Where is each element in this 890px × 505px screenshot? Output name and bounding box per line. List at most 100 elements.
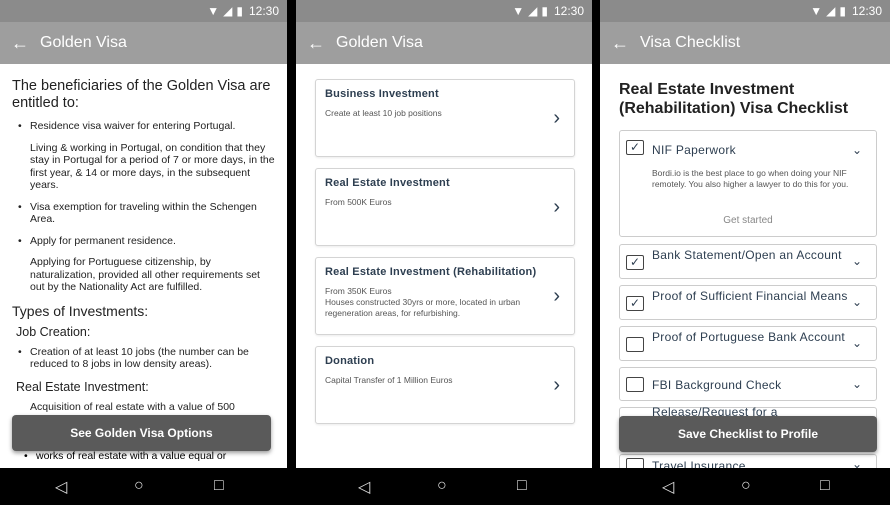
screen-title: Visa Checklist	[640, 34, 741, 51]
golden-visa-options-screen: ▼ ◢ ▮ 12:30 ← Golden Visa Business Investm…	[296, 0, 592, 468]
real-estate-heading: Real Estate Investment:	[16, 379, 149, 394]
benefit-text: Living & working in Portugal, on conditi…	[30, 141, 275, 192]
status-time: 12:30	[248, 4, 279, 18]
checklist-item-financial-means[interactable]: ✓ Proof of Sufficient Financial Means ⌄	[619, 285, 877, 320]
visa-checklist-screen: ▼ ◢ ▮ 12:30 ← Visa Checklist Real Estate I…	[600, 0, 890, 468]
chevron-down-icon[interactable]: ⌄	[852, 143, 862, 157]
chevron-right-icon: ›	[553, 196, 560, 218]
see-golden-visa-options-button[interactable]: See Golden Visa Options	[12, 415, 271, 451]
battery-icon: ▮	[541, 4, 548, 18]
app-bar: ← Golden Visa	[0, 22, 287, 64]
back-arrow-icon[interactable]: ←	[600, 22, 640, 64]
checklist-item-travel-insurance[interactable]: Travel Insurance ⌄	[619, 454, 877, 468]
option-title: Real Estate Investment (Rehabilitation)	[325, 266, 537, 278]
status-bar: ▼ ◢ ▮ 12:30	[600, 0, 890, 22]
status-bar: ▼ ◢ ▮ 12:30	[296, 0, 592, 22]
checklist-item-bank-account[interactable]: Proof of Portuguese Bank Account ⌄	[619, 326, 877, 361]
nav-recents-icon[interactable]: □	[820, 477, 830, 495]
nav-home-icon[interactable]: ○	[741, 477, 751, 495]
checklist-item-label: NIF Paperwork	[652, 143, 736, 157]
option-card-real-estate-investment[interactable]: Real Estate Investment From 500K Euros ›	[315, 168, 575, 246]
benefit-text: Visa exemption for traveling within the …	[30, 200, 257, 226]
checklist-content[interactable]: Real Estate Investment (Rehabilitation) …	[600, 64, 890, 468]
option-subtitle: Create at least 10 job positions	[325, 108, 442, 118]
save-checklist-button[interactable]: Save Checklist to Profile	[619, 416, 877, 452]
benefit-item: • Apply for permanent residence.	[18, 234, 176, 247]
signal-icon: ◢	[528, 4, 538, 18]
checkbox-unchecked[interactable]	[626, 458, 644, 468]
nav-recents-icon[interactable]: □	[517, 477, 527, 495]
signal-icon: ◢	[826, 4, 836, 18]
wifi-icon: ▼	[512, 4, 525, 18]
works-item: • works of real estate with a value equal…	[24, 450, 227, 462]
system-nav-bar: ◁ ○ □ ◁ ○ □ ◁ ○ □	[0, 468, 890, 505]
checklist-item-label: FBI Background Check	[652, 378, 782, 392]
get-started-link[interactable]: Get started	[620, 215, 876, 226]
real-estate-text: Acquisition of real estate with a value …	[30, 400, 235, 413]
app-bar: ← Visa Checklist	[600, 22, 890, 64]
checkbox-unchecked[interactable]	[626, 337, 644, 352]
status-icons: ▼ ◢ ▮	[207, 4, 243, 18]
options-list[interactable]: Business Investment Create at least 10 j…	[296, 64, 592, 468]
nav-home-icon[interactable]: ○	[437, 477, 447, 495]
chevron-down-icon[interactable]: ⌄	[852, 457, 862, 468]
checkbox-unchecked[interactable]	[626, 377, 644, 392]
checkbox-checked[interactable]: ✓	[626, 296, 644, 311]
option-card-donation[interactable]: Donation Capital Transfer of 1 Million E…	[315, 346, 575, 424]
signal-icon: ◢	[223, 4, 233, 18]
option-title: Real Estate Investment	[325, 177, 450, 189]
works-text: works of real estate with a value equal …	[36, 450, 227, 462]
option-card-business-investment[interactable]: Business Investment Create at least 10 j…	[315, 79, 575, 157]
option-title: Donation	[325, 355, 375, 367]
checklist-item-label: Bank Statement/Open an Account	[652, 248, 842, 262]
status-icons: ▼ ◢ ▮	[512, 4, 548, 18]
option-title: Business Investment	[325, 88, 439, 100]
benefit-item: • Residence visa waiver for entering Port…	[18, 120, 236, 132]
benefit-item: • Visa exemption for traveling within the…	[18, 201, 275, 226]
job-creation-item: • Creation of at least 10 jobs (the numbe…	[18, 346, 275, 371]
intro-heading: The beneficiaries of the Golden Visa are…	[12, 78, 271, 111]
chevron-right-icon: ›	[553, 374, 560, 396]
checklist-item-label: Travel Insurance	[652, 459, 746, 468]
benefit-text: Applying for Portuguese citizenship, by …	[30, 256, 260, 293]
checklist-item-label: Proof of Portuguese Bank Account	[652, 330, 846, 344]
chevron-right-icon: ›	[553, 107, 560, 129]
nav-back-icon[interactable]: ◁	[662, 477, 674, 497]
battery-icon: ▮	[236, 4, 243, 18]
investment-types-heading: Types of Investments:	[12, 302, 149, 319]
checklist-heading: Real Estate Investment (Rehabilitation) …	[619, 81, 849, 117]
checklist-item-bank-statement[interactable]: ✓ Bank Statement/Open an Account ⌄	[619, 244, 877, 279]
back-arrow-icon[interactable]: ←	[0, 22, 40, 64]
battery-icon: ▮	[839, 4, 846, 18]
job-creation-text: Creation of at least 10 jobs (the number…	[30, 345, 249, 371]
info-content[interactable]: The beneficiaries of the Golden Visa are…	[0, 64, 287, 468]
screen-title: Golden Visa	[336, 34, 423, 51]
status-time: 12:30	[851, 4, 882, 18]
screen-title: Golden Visa	[40, 34, 127, 51]
checklist-item-label: Proof of Sufficient Financial Means	[652, 289, 848, 303]
checkbox-checked[interactable]: ✓	[626, 255, 644, 270]
chevron-down-icon[interactable]: ⌄	[852, 377, 862, 391]
nav-home-icon[interactable]: ○	[134, 477, 144, 495]
job-creation-heading: Job Creation:	[16, 324, 91, 339]
nav-back-icon[interactable]: ◁	[358, 477, 370, 497]
chevron-down-icon[interactable]: ⌄	[852, 295, 862, 309]
chevron-down-icon[interactable]: ⌄	[852, 254, 862, 268]
status-icons: ▼ ◢ ▮	[810, 4, 846, 18]
checklist-item-fbi-check[interactable]: FBI Background Check ⌄	[619, 367, 877, 401]
status-bar: ▼ ◢ ▮ 12:30	[0, 0, 287, 22]
wifi-icon: ▼	[810, 4, 823, 18]
checklist-item-nif[interactable]: ✓ NIF Paperwork ⌄ Bordi.io is the best p…	[619, 130, 877, 237]
app-bar: ← Golden Visa	[296, 22, 592, 64]
chevron-down-icon[interactable]: ⌄	[852, 336, 862, 350]
option-subtitle: From 500K Euros	[325, 197, 392, 207]
back-arrow-icon[interactable]: ←	[296, 22, 336, 64]
benefit-text: Apply for permanent residence.	[30, 234, 176, 247]
golden-visa-info-screen: ▼ ◢ ▮ 12:30 ← Golden Visa The beneficiarie…	[0, 0, 287, 468]
option-card-rehabilitation[interactable]: Real Estate Investment (Rehabilitation) …	[315, 257, 575, 335]
checkbox-checked[interactable]: ✓	[626, 140, 644, 155]
option-subtitle: Capital Transfer of 1 Million Euros	[325, 375, 453, 385]
nav-back-icon[interactable]: ◁	[55, 477, 67, 497]
nav-recents-icon[interactable]: □	[214, 477, 224, 495]
status-time: 12:30	[553, 4, 584, 18]
